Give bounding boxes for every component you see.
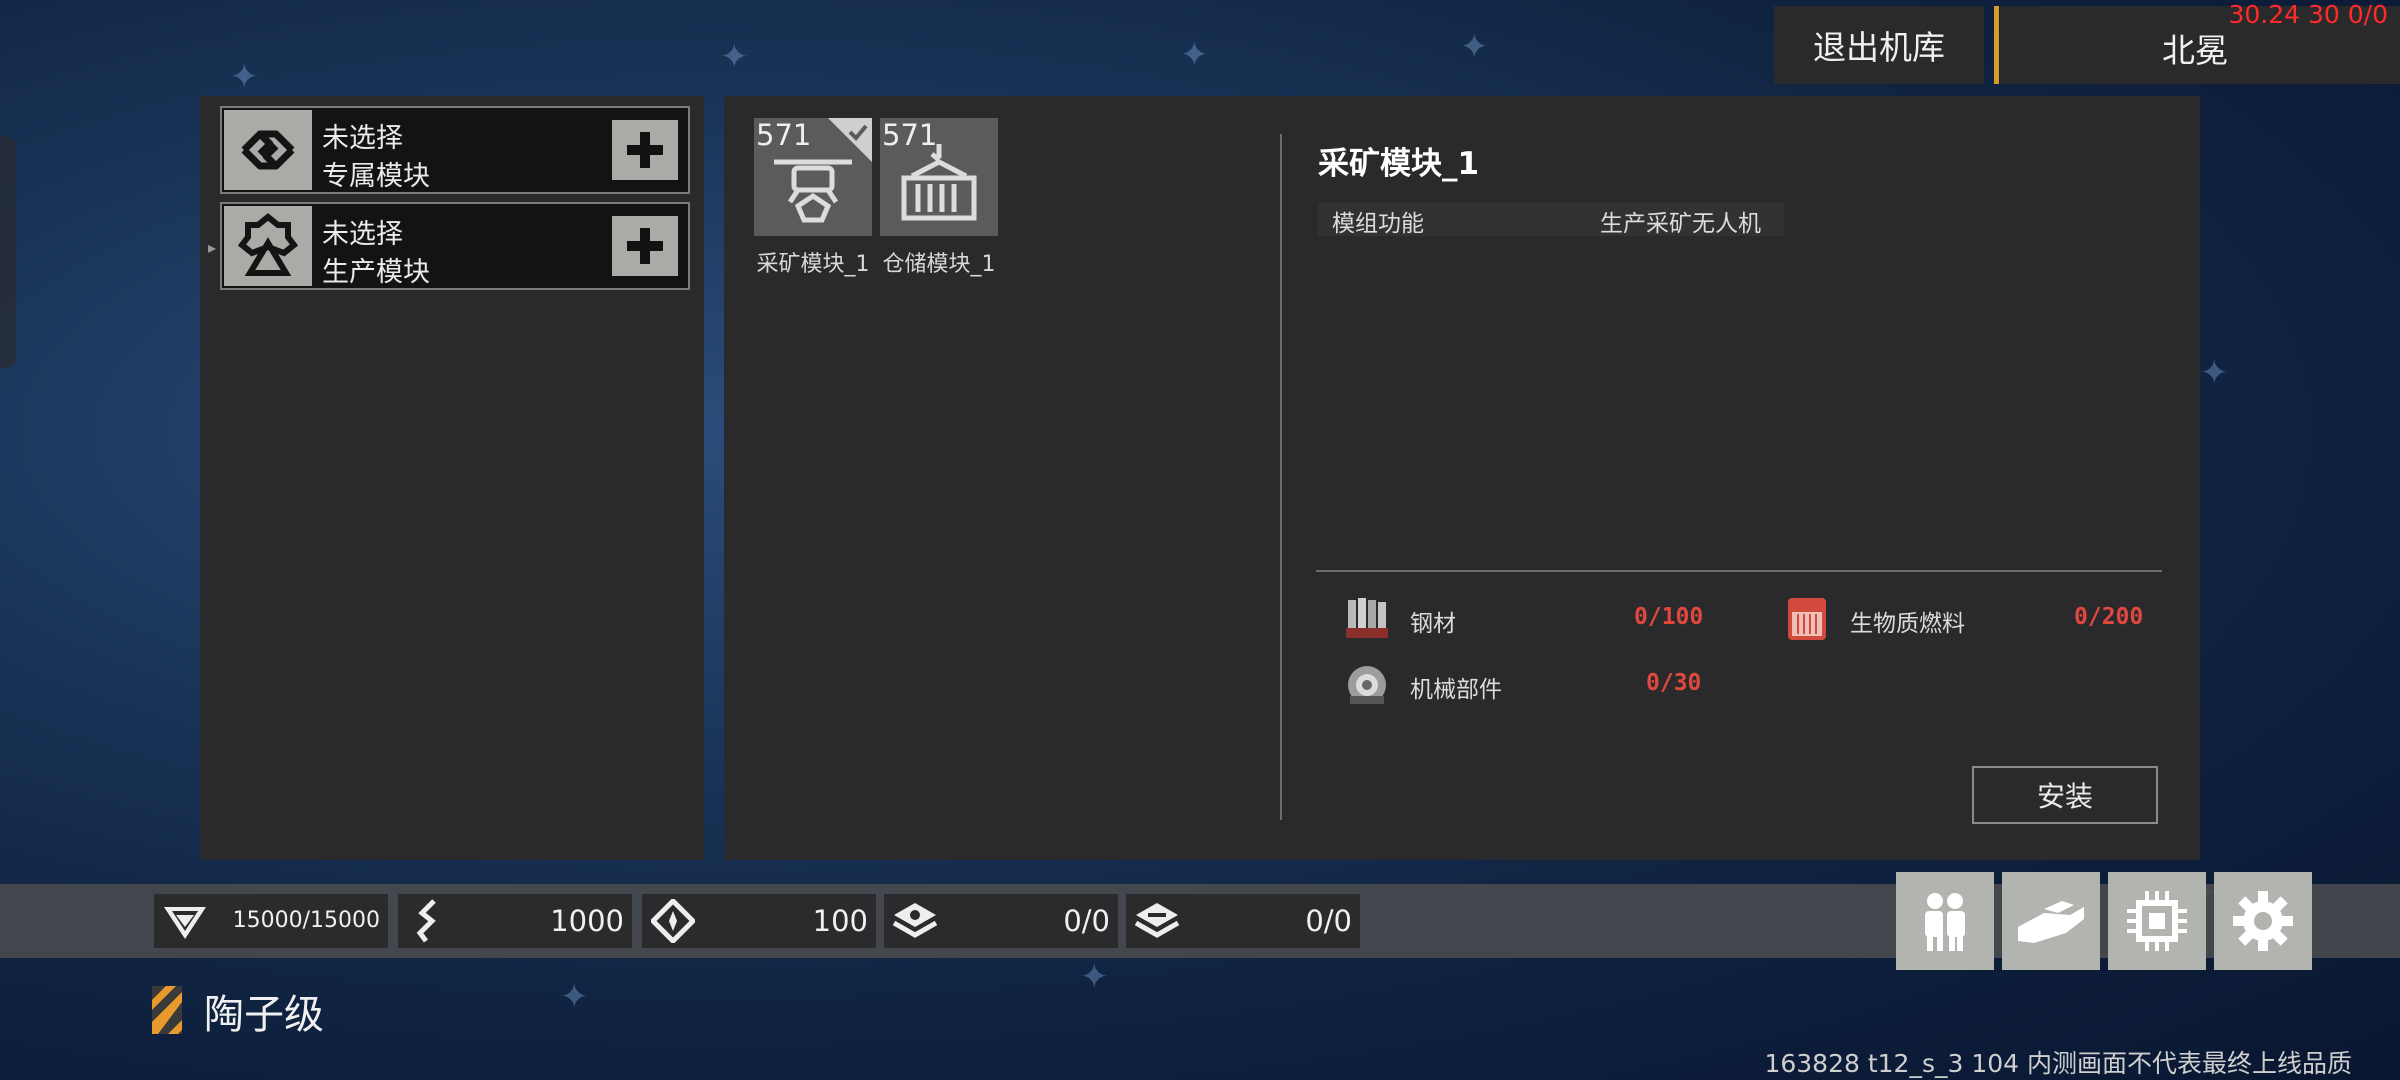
property-value: 生产采矿无人机 bbox=[1600, 211, 1761, 237]
material-name: 钢材 bbox=[1410, 611, 1456, 637]
module-label: 采矿模块_1 bbox=[756, 252, 870, 277]
material-quantity: 0/30 bbox=[1646, 670, 1702, 696]
stat-navigation: 100 bbox=[642, 894, 876, 948]
steel-icon bbox=[1346, 598, 1388, 638]
crew-button[interactable] bbox=[1896, 872, 1994, 970]
stat-value: 0/0 bbox=[1305, 904, 1352, 938]
chip-icon bbox=[2127, 891, 2187, 951]
property-key: 模组功能 bbox=[1332, 211, 1424, 237]
material-row: 钢材 0/100 bbox=[1344, 594, 1744, 644]
build-info: 163828 t12_s_3 104 内测画面不代表最终上线品质 bbox=[1764, 1049, 2352, 1078]
crew-icon bbox=[1925, 893, 1965, 951]
side-tab[interactable] bbox=[0, 136, 16, 368]
exit-hangar-button[interactable]: 退出机库 bbox=[1774, 6, 1984, 84]
module-card-storage[interactable]: 571 bbox=[880, 118, 998, 236]
location-accent bbox=[1994, 6, 1999, 84]
material-name: 机械部件 bbox=[1410, 677, 1502, 703]
slot-status: 未选择 bbox=[322, 123, 403, 154]
slot-type: 专属模块 bbox=[322, 161, 430, 192]
star-decoration: ✦ bbox=[720, 37, 749, 77]
slot-type: 生产模块 bbox=[322, 257, 430, 288]
stat-slots: 0/0 bbox=[884, 894, 1118, 948]
material-row: 机械部件 0/30 bbox=[1344, 660, 1744, 710]
stat-speed: 1000 bbox=[398, 894, 632, 948]
link-emblem-icon bbox=[224, 110, 312, 190]
speed-icon bbox=[404, 898, 454, 944]
panel-divider bbox=[1280, 134, 1282, 820]
stat-layers: 0/0 bbox=[1126, 894, 1360, 948]
settings-button[interactable] bbox=[2214, 872, 2312, 970]
production-module-slot[interactable]: 未选择 生产模块 bbox=[220, 202, 690, 290]
settings-gear-icon bbox=[2233, 891, 2293, 951]
star-decoration: ✦ bbox=[1180, 35, 1209, 75]
materials-divider bbox=[1316, 570, 2162, 572]
star-decoration: ✦ bbox=[1460, 27, 1489, 67]
location-label: 北冕 bbox=[2162, 31, 2228, 70]
gear-emblem-icon bbox=[224, 206, 312, 286]
tier-badge-icon bbox=[152, 986, 182, 1034]
install-button[interactable]: 安装 bbox=[1972, 766, 2158, 824]
plus-icon[interactable] bbox=[612, 216, 678, 276]
selected-slot-arrow-icon: ▸ bbox=[208, 238, 217, 257]
material-name: 生物质燃料 bbox=[1850, 611, 1965, 637]
material-quantity: 0/100 bbox=[1634, 604, 1704, 630]
stat-value: 100 bbox=[812, 904, 868, 938]
star-decoration: ✦ bbox=[1080, 957, 1109, 997]
property-row: 模组功能 生产采矿无人机 bbox=[1318, 202, 1784, 237]
mech-parts-icon bbox=[1348, 666, 1386, 704]
hangar-button[interactable] bbox=[2002, 872, 2100, 970]
star-decoration: ✦ bbox=[2200, 353, 2229, 393]
nav-icon bbox=[648, 898, 698, 944]
hangar-hand-icon bbox=[2018, 901, 2084, 943]
hull-icon bbox=[160, 898, 210, 944]
stat-value: 15000/15000 bbox=[232, 908, 380, 933]
material-row: 生物质燃料 0/200 bbox=[1784, 594, 2184, 644]
biofuel-icon bbox=[1788, 598, 1826, 640]
material-quantity: 0/200 bbox=[2074, 604, 2144, 630]
star-decoration: ✦ bbox=[560, 977, 589, 1017]
stat-value: 0/0 bbox=[1063, 904, 1110, 938]
chip-button[interactable] bbox=[2108, 872, 2206, 970]
module-panel: 571 采矿模块_1 571 仓储模块_1 采矿模块_1 模组功能 生产采矿无人… bbox=[724, 96, 2200, 860]
debug-stats: 30.24 30 0/0 bbox=[2228, 0, 2388, 29]
slot-status: 未选择 bbox=[322, 219, 403, 250]
detail-title: 采矿模块_1 bbox=[1318, 146, 1480, 182]
module-label: 仓储模块_1 bbox=[882, 252, 996, 277]
layer-stack-icon bbox=[1132, 898, 1182, 944]
stat-value: 1000 bbox=[550, 904, 624, 938]
module-card-mining[interactable]: 571 bbox=[754, 118, 872, 236]
slot-panel: 未选择 专属模块 未选择 生产模块 bbox=[200, 96, 704, 860]
layer-slot-icon bbox=[890, 898, 940, 944]
star-decoration: ✦ bbox=[230, 57, 259, 97]
mining-drone-icon bbox=[768, 140, 858, 234]
exclusive-module-slot[interactable]: 未选择 专属模块 bbox=[220, 106, 690, 194]
cargo-container-icon bbox=[894, 140, 984, 234]
stat-hull: 15000/15000 bbox=[154, 894, 388, 948]
ship-tier-label: 陶子级 bbox=[204, 992, 324, 1038]
plus-icon[interactable] bbox=[612, 120, 678, 180]
